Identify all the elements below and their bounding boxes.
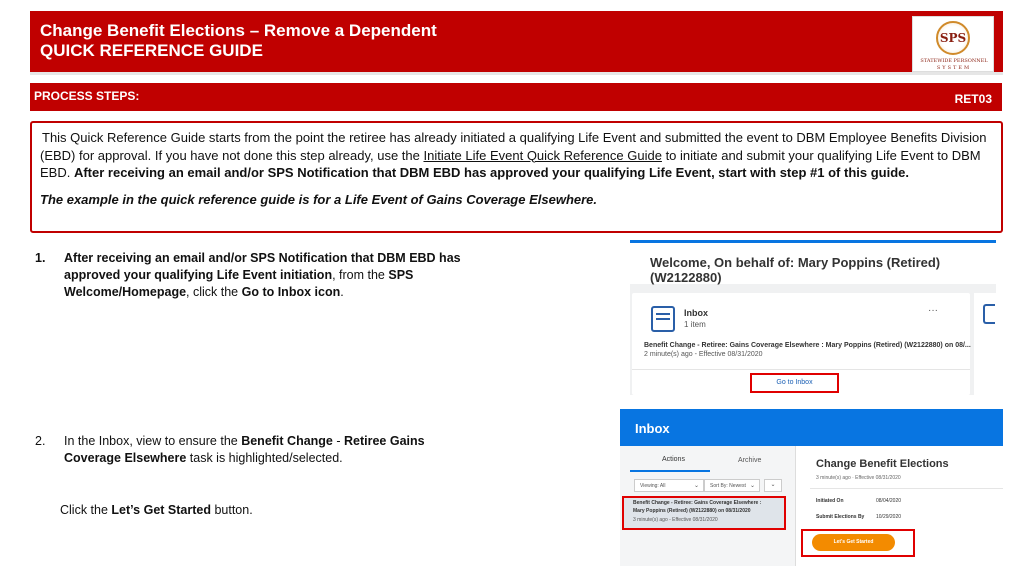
inbox-task-text[interactable]: Benefit Change - Retiree: Gains Coverage… [644,342,971,349]
title-line-2: QUICK REFERENCE GUIDE [40,41,263,60]
sort-select-value: Sort By: Newest [710,483,746,489]
step-2: 2. In the Inbox, view to ensure the Bene… [35,433,475,467]
task-title-line-1: Benefit Change - Retiree: Gains Coverage… [633,500,762,506]
page-title: Change Benefit Elections – Remove a Depe… [40,21,437,61]
more-options-icon[interactable]: ··· [928,305,938,316]
step-2-text-2: - [332,434,344,448]
welcome-bar: Welcome, On behalf of: Mary Poppins (Ret… [630,240,996,285]
header-banner: Change Benefit Elections – Remove a Depe… [30,11,1003,75]
step-1-text-1: , from the [332,268,389,282]
detail-divider [810,488,1003,489]
sort-direction-button[interactable]: ⌄ [764,479,782,492]
step-2-text-1: In the Inbox, view to ensure the [64,434,242,448]
submit-by-value: 10/29/2020 [876,514,902,520]
step-1-bold-3: Go to Inbox icon [241,285,341,299]
logo-seal: SPS [936,21,970,55]
intro-example: The example in the quick reference guide… [40,191,598,207]
puzzle-icon [983,304,995,324]
lets-get-started-button[interactable]: Let's Get Started [812,534,895,551]
inbox-task-meta: 2 minute(s) ago - Effective 08/31/2020 [644,351,763,358]
chevron-down-icon: ⌄ [749,483,755,489]
detail-meta: 3 minute(s) ago · Effective 08/31/2020 [816,475,901,481]
active-tab-indicator [630,470,710,472]
viewing-select[interactable]: Viewing: All ⌄ [634,479,704,492]
task-meta: 3 minute(s) ago - Effective 08/31/2020 [633,517,718,523]
chevron-down-icon: ⌄ [693,483,699,489]
card-divider [632,369,970,370]
step-1-text-3: . [340,285,344,299]
submit-by-label: Submit Elections By [816,514,865,520]
sort-select[interactable]: Sort By: Newest ⌄ [704,479,760,492]
click-text-2: button. [210,503,253,517]
step-1-text-2: , click the [186,285,242,299]
click-text-1: Click the [60,503,112,517]
step-1-number: 1. [35,251,46,265]
initiate-life-event-link[interactable]: Initiate Life Event Quick Reference Guid… [423,148,661,163]
process-steps-label: PROCESS STEPS: [34,89,140,103]
inbox-card-title: Inbox [684,308,708,318]
sps-logo: SPS STATEWIDE PERSONNEL SYSTEM [912,16,994,72]
inbox-icon [651,306,675,332]
initiated-on-value: 08/04/2020 [876,498,902,504]
process-steps-bar: PROCESS STEPS: RET03 [30,83,1002,111]
tab-actions[interactable]: Actions [662,456,685,463]
logo-text-bottom: SYSTEM [936,65,972,71]
step-2-text: In the Inbox, view to ensure the Benefit… [64,433,475,467]
document-code: RET03 [954,92,992,106]
homepage-screenshot: Welcome, On behalf of: Mary Poppins (Ret… [630,240,996,395]
intro-box: This Quick Reference Guide starts from t… [30,121,1003,233]
step-2-click-instruction: Click the Let’s Get Started button. [60,503,253,517]
task-title-line-2: Mary Poppins (Retired) (W2122880) on 08/… [633,508,751,514]
detail-title: Change Benefit Elections [816,458,949,470]
tab-archive[interactable]: Archive [738,457,761,464]
step-2-number: 2. [35,434,46,448]
inbox-screenshot: Inbox Actions Archive Viewing: All ⌄ Sort… [620,409,1003,566]
go-to-inbox-button[interactable]: Go to Inbox [750,373,839,393]
intro-bold: After receiving an email and/or SPS Noti… [73,165,909,180]
viewing-select-value: Viewing: All [640,483,666,489]
click-bold: Let’s Get Started [111,503,211,517]
intro-paragraph: This Quick Reference Guide starts from t… [40,129,993,182]
welcome-text: Welcome, On behalf of: Mary Poppins (Ret… [650,255,941,285]
inbox-header: Inbox [620,409,1003,446]
chevron-down-icon: ⌄ [770,482,776,488]
step-1: 1. After receiving an email and/or SPS N… [35,250,475,301]
logo-text-top: STATEWIDE PERSONNEL [920,58,988,64]
inbox-card: Inbox 1 item ··· Benefit Change - Retire… [632,293,971,395]
step-2-text-3: task is highlighted/selected. [186,451,343,465]
step-1-text: After receiving an email and/or SPS Noti… [64,250,475,301]
initiated-on-label: Initiated On [816,498,844,504]
inbox-card-count: 1 item [684,320,706,329]
inbox-header-title: Inbox [635,421,670,436]
title-line-1: Change Benefit Elections – Remove a Depe… [40,21,437,40]
step-2-bold-1: Benefit Change [241,434,333,448]
